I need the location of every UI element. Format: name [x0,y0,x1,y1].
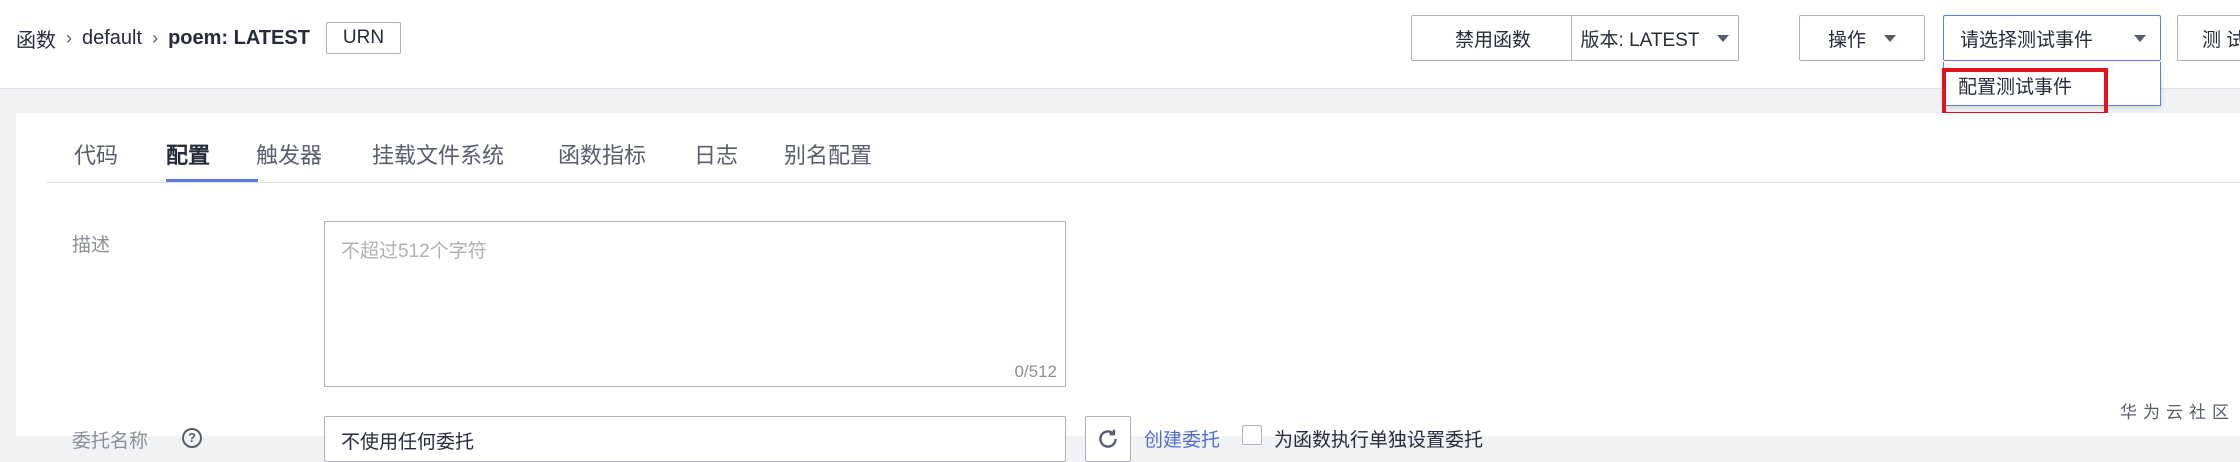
watermark: 华为云社区 [2120,403,2235,422]
refresh-button[interactable] [1085,416,1131,462]
chevron-right-icon: › [66,27,72,48]
agency-label: 委托名称 [72,431,149,452]
version-label: 版本: LATEST [1580,29,1700,51]
disable-function-label: 禁用函数 [1454,29,1531,51]
caret-down-icon [1884,34,1896,42]
breadcrumb-functions-link[interactable]: 函数 [16,24,56,53]
description-placeholder: 不超过512个字符 [341,241,487,262]
tab-metrics[interactable]: 函数指标 [558,138,646,170]
top-bar: 函数 › default › poem: LATEST URN 禁用函数 版本:… [0,0,2240,89]
breadcrumb: 函数 › default › poem: LATEST URN [16,22,402,54]
description-label: 描述 [72,235,111,256]
test-event-placeholder: 请选择测试事件 [1960,29,2094,51]
annotation-highlight-box [1942,68,2108,116]
caret-down-icon [1717,34,1730,42]
breadcrumb-current: poem: LATEST [168,26,310,49]
description-char-count: 0/512 [1014,362,1057,381]
caret-down-icon [2134,34,2146,42]
test-button[interactable]: 测 试 [2177,15,2240,61]
tab-bar: 代码 配置 触发器 挂载文件系统 函数指标 日志 别名配置 [46,113,2240,183]
test-label: 测 试 [2202,29,2240,51]
tab-logs[interactable]: 日志 [694,138,738,170]
breadcrumb-app-link[interactable]: default [82,27,142,50]
separate-agency-label: 为函数执行单独设置委托 [1274,430,1484,451]
tab-alias[interactable]: 别名配置 [784,138,872,170]
refresh-icon [1099,429,1117,448]
version-select[interactable]: 版本: LATEST [1571,15,1739,61]
chevron-right-icon: › [152,27,159,48]
test-event-select[interactable]: 请选择测试事件 [1943,15,2161,61]
config-panel: 代码 配置 触发器 挂载文件系统 函数指标 日志 别名配置 描述 不超过512个… [16,113,2240,462]
disable-function-button[interactable]: 禁用函数 [1411,15,1575,61]
agency-select[interactable]: 不使用任何委托 [324,416,1066,462]
operate-menu-button[interactable]: 操作 [1799,15,1925,61]
agency-value: 不使用任何委托 [341,432,475,453]
tab-config[interactable]: 配置 [166,138,210,170]
tab-file-system[interactable]: 挂载文件系统 [372,138,504,170]
separate-agency-checkbox[interactable] [1242,425,1262,445]
tab-code[interactable]: 代码 [74,138,118,170]
urn-button[interactable]: URN [325,22,402,54]
help-icon[interactable]: ? [182,428,202,448]
active-tab-indicator [166,179,258,182]
tab-triggers[interactable]: 触发器 [256,138,322,170]
operate-label: 操作 [1827,29,1866,51]
create-agency-link[interactable]: 创建委托 [1144,425,1220,452]
description-textarea[interactable]: 不超过512个字符 0/512 [324,221,1066,387]
